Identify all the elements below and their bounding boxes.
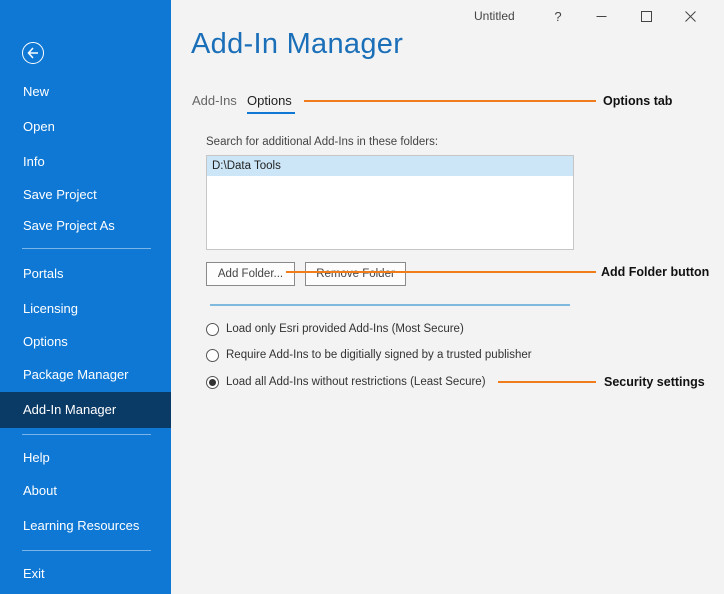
minimize-icon[interactable]: [586, 4, 616, 28]
close-icon[interactable]: [675, 4, 705, 28]
callout-line-add-folder: [286, 271, 596, 273]
sidebar-item-package-manager[interactable]: Package Manager: [0, 359, 171, 391]
remove-folder-button[interactable]: Remove Folder: [305, 262, 406, 286]
section-divider: [210, 304, 570, 306]
sidebar-item-help[interactable]: Help: [0, 442, 171, 474]
radio-selected-dot: [209, 378, 216, 386]
backstage-sidebar: New Open Info Save Project Save Project …: [0, 0, 171, 594]
callout-line-options-tab: [304, 100, 596, 102]
callout-label-add-folder: Add Folder button: [601, 265, 710, 279]
sidebar-item-exit[interactable]: Exit: [0, 558, 171, 590]
sidebar-item-licensing[interactable]: Licensing: [0, 293, 171, 325]
security-option-esri-only[interactable]: Load only Esri provided Add-Ins (Most Se…: [206, 320, 464, 338]
sidebar-separator: [22, 248, 151, 249]
sidebar-item-learning-resources[interactable]: Learning Resources: [0, 510, 171, 542]
sidebar-item-info[interactable]: Info: [0, 146, 171, 178]
add-folder-button[interactable]: Add Folder...: [206, 262, 295, 286]
callout-label-security: Security settings: [604, 375, 705, 389]
security-option-signed[interactable]: Require Add-Ins to be digitially signed …: [206, 346, 532, 364]
back-arrow-icon[interactable]: [22, 42, 44, 64]
sidebar-item-save-project[interactable]: Save Project: [0, 179, 171, 211]
callout-line-security: [498, 381, 596, 383]
callout-label-options-tab: Options tab: [603, 94, 673, 108]
sidebar-item-new[interactable]: New: [0, 76, 171, 108]
sidebar-item-save-project-as[interactable]: Save Project As: [0, 210, 171, 242]
sidebar-item-portals[interactable]: Portals: [0, 258, 171, 290]
window-title: Untitled: [474, 9, 515, 23]
tab-active-indicator: [247, 112, 295, 114]
help-icon[interactable]: ?: [543, 4, 573, 28]
radio-label: Load only Esri provided Add-Ins (Most Se…: [226, 323, 464, 335]
sidebar-separator: [22, 550, 151, 551]
radio-label: Load all Add-Ins without restrictions (L…: [226, 376, 486, 388]
security-option-no-restrictions[interactable]: Load all Add-Ins without restrictions (L…: [206, 373, 486, 391]
tab-add-ins[interactable]: Add-Ins: [192, 93, 237, 108]
radio-button[interactable]: [206, 322, 219, 336]
sidebar-separator: [22, 434, 151, 435]
maximize-icon[interactable]: [631, 4, 661, 28]
tab-options[interactable]: Options: [247, 93, 292, 108]
folder-list[interactable]: D:\Data Tools: [206, 155, 574, 250]
radio-label: Require Add-Ins to be digitially signed …: [226, 349, 532, 361]
sidebar-item-add-in-manager[interactable]: Add-In Manager: [0, 392, 171, 428]
search-folders-label: Search for additional Add-Ins in these f…: [206, 136, 439, 148]
radio-button[interactable]: [206, 348, 219, 362]
sidebar-item-options[interactable]: Options: [0, 326, 171, 358]
sidebar-item-about[interactable]: About: [0, 475, 171, 507]
page-title: Add-In Manager: [191, 28, 404, 60]
sidebar-item-open[interactable]: Open: [0, 111, 171, 143]
list-item[interactable]: D:\Data Tools: [207, 156, 573, 176]
radio-button-selected[interactable]: [206, 375, 219, 389]
